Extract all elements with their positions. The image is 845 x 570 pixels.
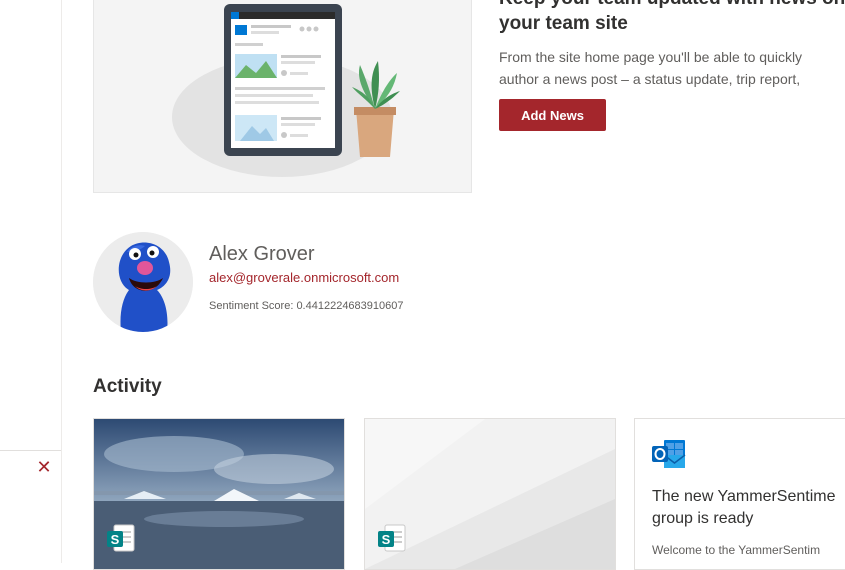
sentiment-score: Sentiment Score: 0.4412224683910607 (209, 300, 404, 312)
news-heading-line1: Keep your team updated with news on (499, 0, 845, 11)
card-title-line2: group is ready (652, 510, 754, 527)
news-heading-line2: your team site (499, 13, 628, 34)
activity-card[interactable]: S (93, 418, 345, 570)
news-description-line1: From the site home page you'll be able t… (499, 49, 803, 65)
card-title-line1: The new YammerSentime (652, 488, 836, 505)
card-title: The new YammerSentime group is ready (652, 486, 845, 530)
card-body: Welcome to the YammerSentim (652, 543, 821, 557)
outlook-icon (652, 440, 686, 468)
activity-card[interactable]: S (364, 418, 616, 570)
close-icon[interactable]: ✕ (36, 458, 52, 476)
svg-text:S: S (111, 532, 120, 547)
tablet-plant-illustration (172, 4, 400, 177)
news-heading: Keep your team updated with news on your… (499, 0, 845, 36)
avatar (93, 232, 193, 332)
activity-heading: Activity (93, 376, 162, 397)
sentiment-score-label: Sentiment Score: (209, 300, 294, 312)
profile-photo (93, 232, 193, 332)
activity-card-outlook-group[interactable]: The new YammerSentime group is ready Wel… (634, 418, 845, 570)
person-name: Alex Grover (209, 243, 315, 265)
sharepoint-icon: S (107, 524, 135, 552)
svg-text:S: S (382, 532, 391, 547)
news-description: From the site home page you'll be able t… (499, 46, 845, 90)
person-email-link[interactable]: alex@groverale.onmicrosoft.com (209, 270, 399, 285)
left-rail: ✕ (0, 0, 62, 563)
rail-divider (0, 450, 61, 451)
sharepoint-icon: S (378, 524, 406, 552)
sentiment-score-value: 0.4412224683910607 (296, 300, 404, 312)
add-news-button[interactable]: Add News (499, 99, 606, 131)
news-placeholder-illustration (93, 0, 472, 193)
news-description-line2: author a news post – a status update, tr… (499, 71, 801, 87)
